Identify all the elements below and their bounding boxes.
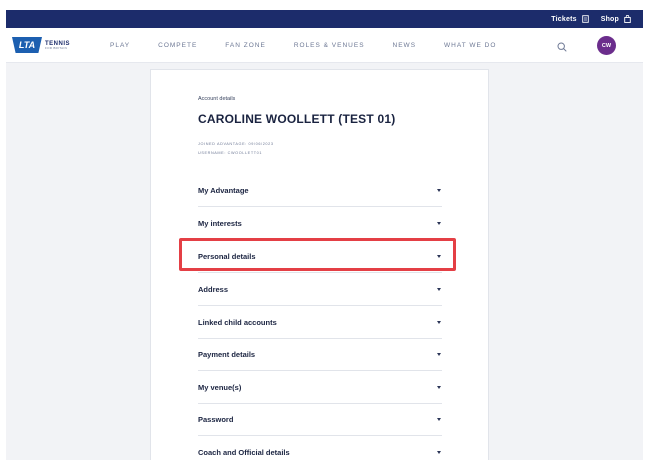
chevron-down-icon: [437, 287, 441, 291]
section-label: Address: [198, 284, 229, 294]
logo-line-2: FOR BRITAIN: [45, 45, 68, 50]
nav-item-fan-zone[interactable]: FAN ZONE: [225, 42, 266, 49]
nav-item-roles-venues[interactable]: ROLES & VENUES: [294, 42, 365, 49]
section-linked-child-accounts[interactable]: Linked child accounts: [198, 306, 442, 339]
chevron-down-icon: [437, 188, 441, 192]
tickets-link[interactable]: Tickets: [551, 15, 589, 23]
chevron-down-icon: [437, 352, 441, 356]
lta-logo[interactable]: LTA TENNIS FOR BRITAIN: [12, 37, 96, 53]
utility-bar: Tickets Shop: [6, 10, 643, 28]
account-section-label: Account details: [198, 96, 236, 102]
nav-item-compete[interactable]: COMPETE: [158, 42, 197, 49]
section-my-venues[interactable]: My venue(s): [198, 371, 442, 404]
section-my-advantage[interactable]: My Advantage: [198, 174, 442, 207]
section-label: Coach and Official details: [198, 447, 290, 457]
joined-date: JOINED ADVANTAGE: 09/06/2023: [198, 142, 274, 146]
section-label: My venue(s): [198, 382, 242, 392]
main-navigation: LTA TENNIS FOR BRITAIN PLAY COMPETE FAN …: [6, 28, 643, 63]
logo-wordmark: TENNIS FOR BRITAIN: [45, 41, 70, 50]
chevron-down-icon: [437, 221, 441, 225]
section-label: Payment details: [198, 349, 256, 359]
tickets-label: Tickets: [551, 15, 577, 23]
section-label: Password: [198, 414, 234, 424]
section-my-interests[interactable]: My interests: [198, 207, 442, 240]
search-icon: [557, 42, 567, 52]
account-card: Account details CAROLINE WOOLLETT (TEST …: [150, 69, 489, 460]
section-personal-details[interactable]: Personal details: [198, 240, 442, 273]
account-holder-name: CAROLINE WOOLLETT (TEST 01): [198, 112, 396, 126]
ticket-icon: [581, 15, 589, 23]
section-address[interactable]: Address: [198, 273, 442, 306]
chevron-down-icon: [437, 417, 441, 421]
nav-item-what-we-do[interactable]: WHAT WE DO: [444, 42, 496, 49]
search-button[interactable]: [557, 39, 567, 57]
logo-badge: LTA: [12, 37, 42, 53]
nav-item-news[interactable]: NEWS: [393, 42, 417, 49]
nav-item-play[interactable]: PLAY: [110, 42, 130, 49]
chevron-down-icon: [437, 254, 441, 258]
shop-link[interactable]: Shop: [601, 15, 631, 23]
section-payment-details[interactable]: Payment details: [198, 338, 442, 371]
section-coach-official-details[interactable]: Coach and Official details: [198, 436, 442, 460]
user-avatar[interactable]: CW: [597, 36, 616, 55]
shopping-bag-icon: [624, 15, 631, 23]
section-label: Personal details: [198, 251, 256, 261]
section-label: My interests: [198, 218, 242, 228]
chevron-down-icon: [437, 320, 441, 324]
nav-menu: PLAY COMPETE FAN ZONE ROLES & VENUES NEW…: [110, 42, 524, 49]
section-password[interactable]: Password: [198, 403, 442, 436]
section-label: Linked child accounts: [198, 317, 277, 327]
section-label: My Advantage: [198, 185, 249, 195]
shop-label: Shop: [600, 15, 619, 23]
username: USERNAME: CWOOLLETT01: [198, 151, 263, 155]
chevron-down-icon: [437, 450, 441, 454]
chevron-down-icon: [437, 385, 441, 389]
